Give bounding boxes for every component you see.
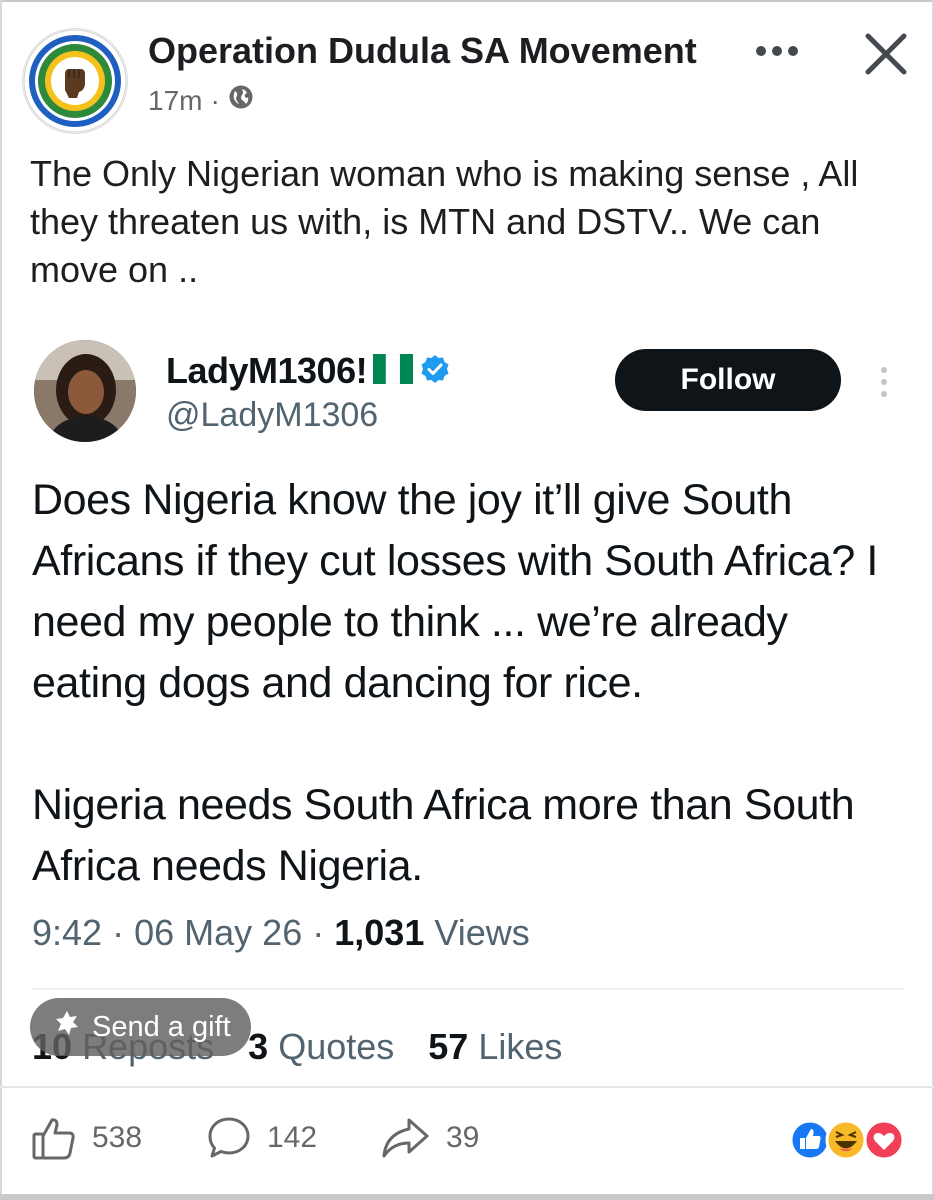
haha-reaction-icon: [825, 1119, 867, 1161]
tweet-body: Does Nigeria know the joy it’ll give Sou…: [32, 470, 912, 897]
like-button[interactable]: 538: [30, 1114, 142, 1162]
tweet-views-count: 1,031: [334, 912, 425, 953]
tweet-author-row: LadyM1306!: [166, 350, 451, 392]
send-gift-label: Send a gift: [92, 1010, 231, 1043]
gift-icon: [52, 1008, 82, 1046]
thumbs-up-icon: [32, 1118, 75, 1160]
tweet-dot-1: ·: [112, 912, 125, 953]
send-gift-button[interactable]: Send a gift: [30, 998, 251, 1056]
meta-separator: ·: [210, 84, 220, 116]
close-button[interactable]: [856, 26, 916, 82]
page-logo-emblem: [23, 29, 127, 133]
tweet-likes[interactable]: 57 Likes: [428, 1026, 562, 1068]
tweet-paragraph-1: Does Nigeria know the joy it’ll give Sou…: [32, 476, 878, 707]
more-horizontal-icon: [756, 46, 798, 56]
tweet-timestamp-row: 9:42 · 06 May 26 · 1,031 Views: [32, 912, 530, 954]
share-button[interactable]: 39: [380, 1114, 479, 1162]
tweet-quotes-label: Quotes: [278, 1026, 395, 1067]
tweet-display-name[interactable]: LadyM1306!: [166, 350, 368, 392]
page-avatar[interactable]: [22, 28, 128, 134]
share-count: 39: [446, 1121, 480, 1154]
tweet-likes-label: Likes: [478, 1026, 563, 1067]
tweet-handle[interactable]: @LadyM1306: [166, 396, 378, 435]
reaction-summary[interactable]: [788, 1118, 906, 1162]
share-icon: [382, 1118, 429, 1158]
post-meta: 17m ·: [148, 84, 254, 117]
more-options-button[interactable]: [752, 36, 802, 66]
tweet-quotes-count: 3: [248, 1026, 269, 1067]
tweet-likes-count: 57: [428, 1026, 469, 1067]
tweet-more-button[interactable]: [872, 362, 896, 402]
follow-button[interactable]: Follow: [615, 349, 841, 411]
tweet-divider: [32, 988, 904, 990]
post-time[interactable]: 17m: [148, 85, 202, 117]
page-name[interactable]: Operation Dudula SA Movement: [148, 30, 697, 72]
nigeria-flag-icon: [373, 353, 414, 389]
action-bar-separator: [0, 1086, 934, 1088]
tweet-author-avatar[interactable]: [34, 340, 136, 442]
tweet-paragraph-2: Nigeria needs South Africa more than Sou…: [32, 781, 855, 890]
verified-badge-icon: [419, 353, 451, 390]
globe-icon: [228, 84, 254, 117]
comment-count: 142: [267, 1121, 318, 1154]
tweet-quotes[interactable]: 3 Quotes: [248, 1026, 394, 1068]
tweet-date[interactable]: 06 May 26: [134, 912, 302, 953]
tweet-views-label: Views: [434, 912, 530, 953]
tweet-time[interactable]: 9:42: [32, 912, 102, 953]
like-reaction-icon: [789, 1119, 831, 1161]
post-caption: The Only Nigerian woman who is making se…: [30, 153, 859, 290]
close-icon: [865, 33, 907, 75]
love-reaction-icon: [863, 1119, 905, 1161]
like-count: 538: [92, 1121, 143, 1154]
avatar-photo: [34, 340, 136, 442]
comment-button[interactable]: 142: [205, 1114, 317, 1162]
frame-bottom-border: [0, 1194, 934, 1200]
frame-top-border: [0, 0, 934, 2]
tweet-dot-2: ·: [312, 912, 325, 953]
frame-left-border: [0, 0, 2, 1200]
more-vertical-icon: [881, 367, 887, 397]
comment-icon: [208, 1117, 250, 1158]
